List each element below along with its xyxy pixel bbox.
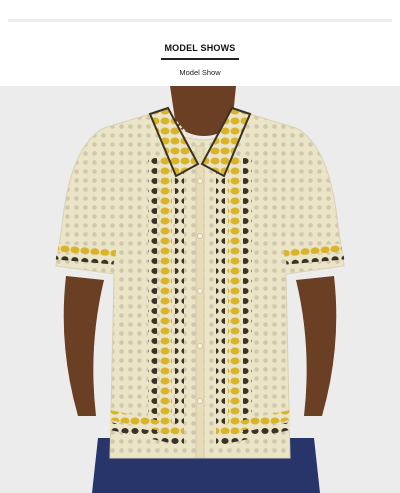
section-title: MODEL SHOWS <box>164 43 236 53</box>
button-placket <box>195 145 205 459</box>
stripe-dark-left-2 <box>175 156 184 436</box>
section-subtitle: Model Show <box>179 68 221 77</box>
stripe-dark-right-2 <box>216 156 225 436</box>
model-illustration <box>0 86 400 493</box>
model-photo <box>0 86 400 493</box>
title-underline <box>161 58 239 60</box>
stripe-dark-right <box>243 156 252 436</box>
section-header: MODEL SHOWS Model Show <box>0 38 400 77</box>
top-divider <box>8 19 392 22</box>
stripe-yellow-right <box>228 156 240 436</box>
stripe-yellow-left <box>160 156 172 436</box>
stripe-dark-left <box>148 156 157 436</box>
